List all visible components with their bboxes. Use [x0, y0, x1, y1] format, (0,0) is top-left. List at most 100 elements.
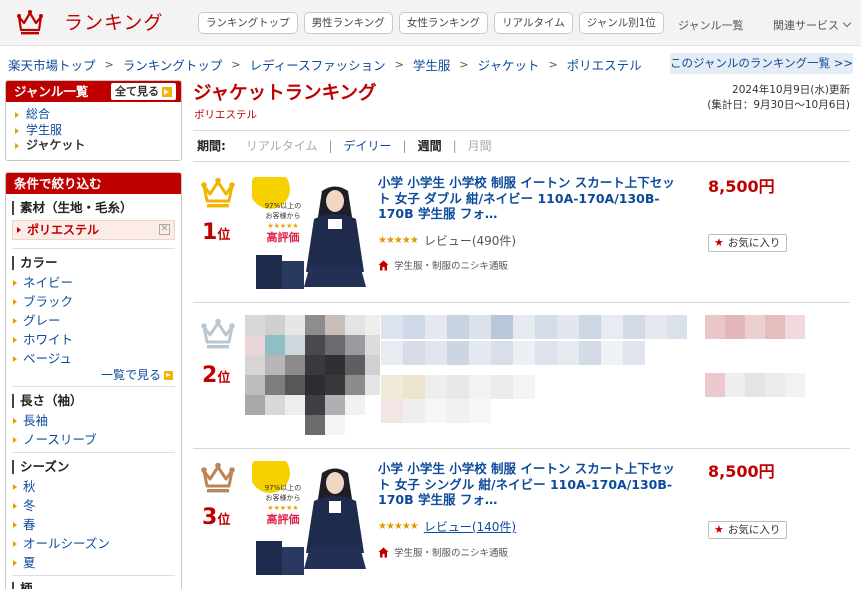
ranking-logo[interactable]: ランキング: [16, 8, 163, 35]
breadcrumb-item[interactable]: 楽天市場トップ: [8, 55, 96, 74]
period-daily[interactable]: デイリー: [344, 137, 392, 154]
shop-home-icon: [378, 260, 389, 270]
divider: [193, 130, 850, 131]
remove-filter-icon[interactable]: ✕: [159, 224, 170, 235]
divider: [12, 575, 175, 576]
breadcrumb-separator: >: [548, 58, 558, 71]
season-item-spring[interactable]: 春: [12, 515, 175, 534]
ranking-item-1: 1位 97%以上の お客様から ★★★★★ 高評価 小学 小学生 小学校 制服 …: [193, 162, 850, 302]
crown-logo-icon: [17, 9, 43, 34]
page-title: ジャケットランキング: [193, 83, 377, 104]
color-see-list-link[interactable]: 一覧で見る: [12, 368, 175, 383]
genre-item-overall[interactable]: 総合: [14, 107, 181, 123]
material-filter: 素材（生地・毛糸） ポリエステル ✕: [12, 201, 175, 249]
breadcrumb-separator: >: [459, 58, 469, 71]
color-item-gray[interactable]: グレー: [12, 311, 175, 330]
genre-panel: ジャンル一覧 全て見る 総合 学生服 ジャケット: [5, 80, 182, 161]
nav-ranking-top[interactable]: ランキングトップ: [198, 12, 298, 34]
nav-female-ranking[interactable]: 女性ランキング: [398, 12, 489, 34]
period-weekly: 週間: [417, 139, 442, 153]
season-item-autumn[interactable]: 秋: [12, 477, 175, 496]
blurred-rating: [381, 375, 535, 399]
divider: [12, 386, 175, 387]
badge-line: お客様から: [265, 494, 301, 502]
blurred-title: [381, 315, 687, 339]
separator: |: [402, 138, 407, 153]
material-filter-title: 素材（生地・毛糸）: [12, 201, 175, 215]
related-services-menu[interactable]: 関連サービス: [773, 17, 852, 33]
rank-value: 2: [202, 363, 218, 388]
product-image[interactable]: 97%以上の お客様から ★★★★★ 高評価: [252, 177, 369, 294]
season-item-winter[interactable]: 冬: [12, 496, 175, 515]
product-price: 8,500円: [708, 462, 775, 481]
breadcrumb-item[interactable]: レディースファッション: [250, 55, 386, 74]
season-list: 秋 冬 春 オールシーズン 夏: [12, 474, 175, 572]
aggregation-period: (集計日：9月30日〜10月6日): [707, 99, 850, 111]
genre-item-jacket: ジャケット: [14, 138, 181, 154]
nav-realtime[interactable]: リアルタイム: [494, 12, 573, 34]
sleeve-list: 長袖 ノースリーブ: [12, 408, 175, 449]
pattern-filter-title: 柄: [12, 582, 175, 589]
sleeve-item-sleeveless[interactable]: ノースリーブ: [12, 430, 175, 449]
review-count-link[interactable]: レビュー(490件): [424, 232, 516, 249]
filter-panel-header: 条件で絞り込む: [6, 173, 181, 194]
filter-panel: 条件で絞り込む 素材（生地・毛糸） ポリエステル ✕ カラー ネイビー ブラック…: [5, 172, 182, 589]
color-item-black[interactable]: ブラック: [12, 292, 175, 311]
rank-number: 1位: [202, 220, 230, 245]
blurred-price: [705, 315, 805, 339]
period-selector: 期間: リアルタイム | デイリー | 週間 | 月間: [197, 137, 492, 154]
see-all-button[interactable]: 全て見る: [111, 83, 176, 100]
rating-stars-icon: ★★★★★: [378, 235, 419, 246]
season-item-all-season[interactable]: オールシーズン: [12, 534, 175, 553]
breadcrumb-item[interactable]: ポリエステル: [567, 55, 642, 74]
product-title-link[interactable]: 小学 小学生 小学校 制服 イートン スカート上下セット 女子 ダブル 紺/ネイ…: [378, 175, 678, 222]
season-item-summer[interactable]: 夏: [12, 553, 175, 572]
site-header: ランキング ランキングトップ 男性ランキング 女性ランキング リアルタイム ジャ…: [0, 0, 861, 46]
top-nav: ランキングトップ 男性ランキング 女性ランキング リアルタイム ジャンル別1位: [198, 12, 664, 34]
shop-info: 学生服・制服のニシキ通販: [378, 258, 508, 272]
genre-item-school-uniform[interactable]: 学生服: [14, 123, 181, 139]
sleeve-item-long[interactable]: 長袖: [12, 411, 175, 430]
updated-date: 2024年10月9日(水)更新: [732, 84, 850, 96]
review-count-link[interactable]: レビュー(140件): [424, 518, 516, 535]
blurred-favorite: [705, 373, 805, 397]
nav-genre-first[interactable]: ジャンル別1位: [578, 12, 664, 34]
product-title-link[interactable]: 小学 小学生 小学校 制服 イートン スカート上下セット 女子 シングル 紺/ネ…: [378, 461, 678, 508]
separator: |: [452, 138, 457, 153]
color-item-white[interactable]: ホワイト: [12, 330, 175, 349]
shop-info: 学生服・制服のニシキ通販: [378, 545, 508, 559]
product-image[interactable]: 97%以上の お客様から ★★★★★ 高評価: [252, 461, 369, 578]
rank-number: 2位: [202, 363, 230, 388]
breadcrumb-item[interactable]: ランキングトップ: [123, 55, 223, 74]
divider: [12, 452, 175, 453]
badge-line: お客様から: [265, 212, 301, 220]
rating-stars-icon: ★★★★★: [378, 521, 419, 532]
rank-number: 3位: [202, 505, 230, 530]
period-monthly: 月間: [467, 139, 492, 153]
badge-highlight: 高評価: [266, 231, 300, 244]
star-icon: ★: [714, 236, 724, 249]
color-item-navy[interactable]: ネイビー: [12, 273, 175, 292]
breadcrumb-item[interactable]: ジャケット: [478, 55, 540, 74]
badge-stars: ★★★★★: [267, 504, 299, 512]
shop-name-link[interactable]: 学生服・制服のニシキ通販: [394, 545, 508, 559]
color-filter-title: カラー: [12, 256, 175, 270]
add-favorite-button[interactable]: ★ お気に入り: [708, 234, 787, 252]
color-item-beige[interactable]: ベージュ: [12, 349, 175, 368]
shop-name-link[interactable]: 学生服・制服のニシキ通販: [394, 258, 508, 272]
breadcrumb-separator: >: [104, 58, 114, 71]
nav-male-ranking[interactable]: 男性ランキング: [303, 12, 393, 34]
favorite-label: お気に入り: [727, 237, 781, 249]
color-list: ネイビー ブラック グレー ホワイト ベージュ: [12, 270, 175, 368]
color-see-list-label: 一覧で見る: [100, 368, 161, 382]
genre-ranking-list-button[interactable]: このジャンルのランキング一覧 >>: [670, 53, 853, 74]
genre-panel-title: ジャンル一覧: [14, 84, 89, 99]
season-filter: シーズン 秋 冬 春 オールシーズン 夏: [12, 460, 175, 576]
genre-list-link[interactable]: ジャンル一覧: [678, 17, 743, 33]
selected-material-label: ポリエステル: [27, 223, 100, 237]
shop-home-icon: [378, 547, 389, 557]
add-favorite-button[interactable]: ★ お気に入り: [708, 521, 787, 539]
breadcrumb-item[interactable]: 学生服: [413, 55, 451, 74]
period-realtime: リアルタイム: [245, 139, 318, 153]
rank-suffix: 位: [217, 228, 231, 243]
